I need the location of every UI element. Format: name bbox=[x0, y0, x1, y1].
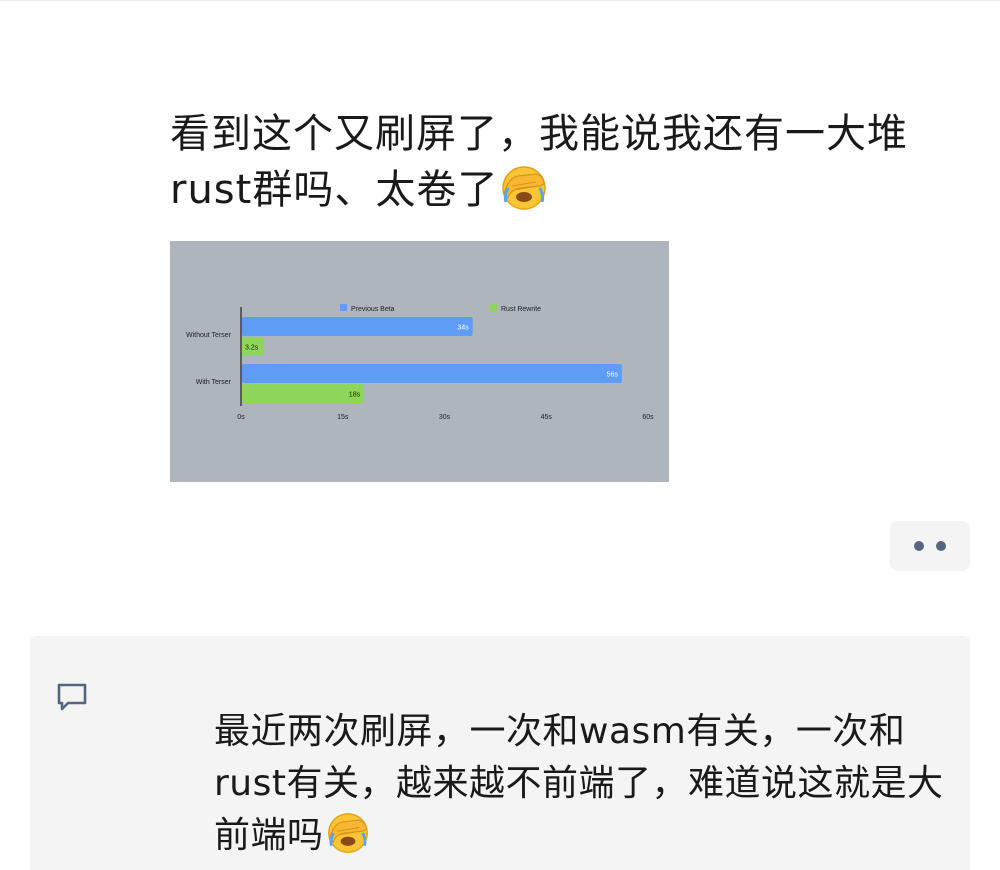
data-label: 34s bbox=[457, 325, 469, 332]
data-label: 18s bbox=[349, 392, 361, 399]
facepalm-crying-emoji-icon bbox=[327, 813, 368, 853]
legend-label: Rust Rewrite bbox=[501, 306, 541, 313]
post-image[interactable]: Previous Beta Rust Rewrite Without Terser W… bbox=[170, 241, 669, 482]
post-text: 看到这个又刷屏了，我能说我还有一大堆rust群吗、太卷了 bbox=[170, 106, 950, 218]
comment-card: 最近两次刷屏，一次和wasm有关，一次和rust有关，越来越不前端了，难道说这就… bbox=[30, 636, 970, 870]
data-label: 3.2s bbox=[245, 345, 259, 352]
more-dots-icon bbox=[936, 541, 946, 551]
bar-chart: Previous Beta Rust Rewrite Without Terser W… bbox=[186, 304, 654, 421]
x-tick-label: 15s bbox=[337, 414, 349, 421]
bar bbox=[242, 317, 473, 336]
facepalm-crying-emoji-icon bbox=[502, 166, 547, 210]
x-tick-label: 0s bbox=[237, 414, 245, 421]
more-dots-icon bbox=[914, 541, 924, 551]
legend-swatch bbox=[490, 304, 497, 311]
comment-text-content: 最近两次刷屏，一次和wasm有关，一次和rust有关，越来越不前端了，难道说这就… bbox=[214, 711, 944, 856]
more-options-button[interactable] bbox=[890, 521, 970, 571]
category-label: Without Terser bbox=[186, 332, 232, 339]
data-label: 56s bbox=[607, 372, 619, 379]
category-label: With Terser bbox=[196, 379, 232, 386]
legend-label: Previous Beta bbox=[351, 306, 395, 313]
legend-swatch bbox=[340, 304, 347, 311]
bar bbox=[242, 384, 365, 403]
comment-icon[interactable] bbox=[56, 682, 88, 712]
x-tick-label: 45s bbox=[541, 414, 553, 421]
bar bbox=[242, 364, 622, 383]
x-tick-label: 30s bbox=[439, 414, 451, 421]
comment-text: 最近两次刷屏，一次和wasm有关，一次和rust有关，越来越不前端了，难道说这就… bbox=[214, 706, 954, 862]
x-tick-label: 60s bbox=[642, 414, 654, 421]
top-divider bbox=[0, 0, 1000, 1]
